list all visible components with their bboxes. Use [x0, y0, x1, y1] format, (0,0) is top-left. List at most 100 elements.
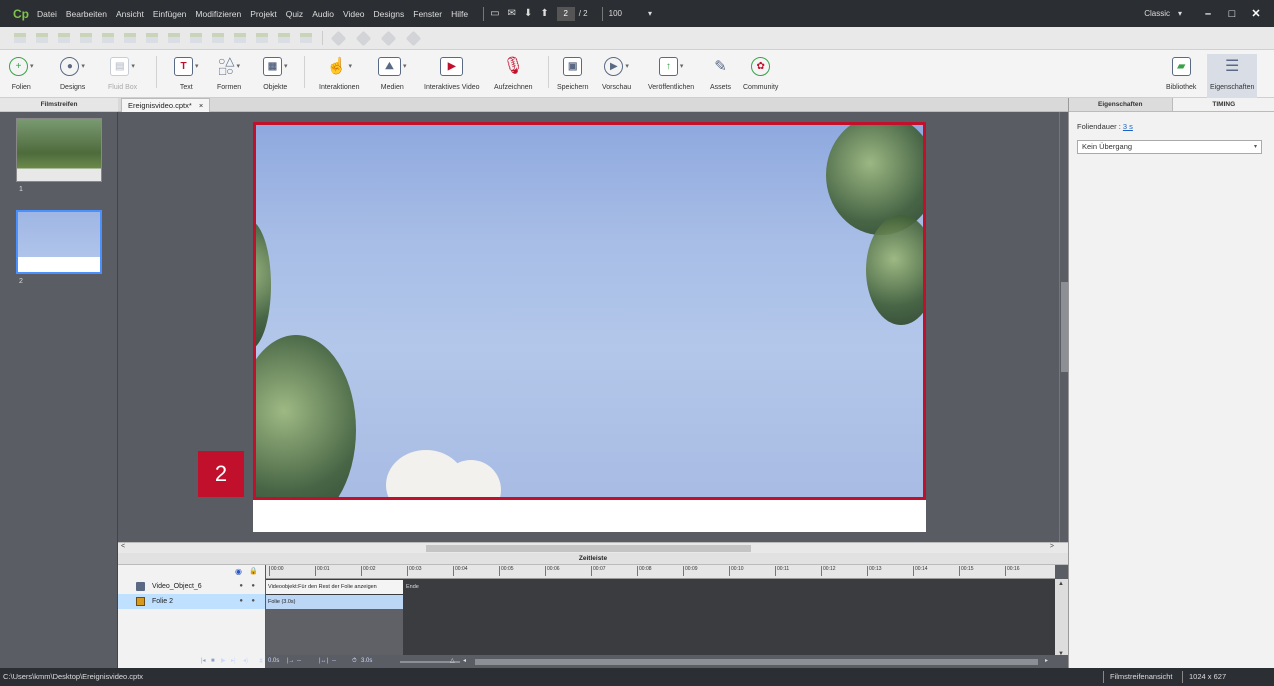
lock-icon[interactable]: ● [251, 579, 255, 594]
align-right-icon[interactable] [58, 33, 70, 43]
eigenschaften-button[interactable]: ☰ Eigenschaften [1207, 54, 1258, 98]
menu-datei[interactable]: Datei [37, 9, 57, 19]
vorschau-button[interactable]: ▶ ▾ Vorschau [602, 54, 631, 91]
assets-button[interactable]: ✎ Assets [710, 54, 731, 91]
stage-horizontal-scrollbar[interactable]: < > [118, 542, 1068, 553]
same-width-icon[interactable] [190, 33, 202, 43]
visibility-header-icon[interactable]: ◉ [235, 567, 242, 576]
arrow-up-icon[interactable]: ⬆ [540, 8, 548, 19]
timeline-ruler[interactable]: 00:00 00:01 00:02 00:03 00:04 00:05 00:0… [265, 565, 1055, 579]
timeline-hscroll[interactable] [475, 659, 1038, 665]
formen-button[interactable]: ○△ □○ ▾ Formen [217, 54, 241, 91]
timeline-scroll-right-icon[interactable]: ▸ [1045, 655, 1048, 668]
slide-thumbnail-2[interactable] [16, 210, 102, 274]
mail-icon[interactable]: ✉ [508, 8, 516, 19]
layer-video-object[interactable]: Video_Object_6 ● ● [118, 579, 265, 594]
community-button[interactable]: ✿ Community [743, 54, 778, 91]
aufzeichnen-button[interactable]: 🎙 Aufzeichnen [494, 54, 533, 91]
visibility-icon[interactable]: ● [239, 594, 243, 609]
slide-thumbnail-1[interactable] [16, 118, 102, 182]
playhead[interactable] [265, 565, 266, 668]
scroll-right-icon[interactable]: > [1050, 543, 1054, 550]
bring-forward-icon[interactable] [330, 30, 347, 46]
menu-modifizieren[interactable]: Modifizieren [195, 9, 241, 19]
vertical-scroll-thumb[interactable] [1061, 282, 1068, 372]
align-middle-icon[interactable] [102, 33, 114, 43]
workspace-dropdown-icon[interactable]: ▾ [1178, 9, 1182, 18]
center-h-icon[interactable] [256, 33, 268, 43]
text-button[interactable]: T ▾ Text [174, 54, 199, 91]
lock-header-icon[interactable]: 🔒 [249, 567, 258, 575]
duration-value[interactable]: 3 s [1123, 122, 1133, 131]
tab-timing[interactable]: TIMING [1173, 98, 1274, 111]
fluidbox-button[interactable]: ▤ ▾ Fluid Box [108, 54, 137, 91]
stage-vertical-scrollbar[interactable] [1059, 112, 1068, 542]
end-marker-icon[interactable]: |↔| [319, 655, 328, 668]
align-left-icon[interactable] [14, 33, 26, 43]
align-bottom-icon[interactable] [124, 33, 136, 43]
speichern-button[interactable]: ▣ Speichern [557, 54, 589, 91]
bring-front-icon[interactable] [380, 30, 397, 46]
audio-icon[interactable]: ◂) [243, 655, 248, 668]
align-misc-icon[interactable] [300, 33, 312, 43]
same-size-icon[interactable] [234, 33, 246, 43]
zoom-dropdown-icon[interactable]: ▾ [648, 9, 652, 18]
forward-icon[interactable]: ▸| [231, 655, 236, 668]
menu-quiz[interactable]: Quiz [286, 9, 303, 19]
designs-button[interactable]: ● ▾ Designs [60, 54, 85, 91]
menu-fenster[interactable]: Fenster [413, 9, 442, 19]
scroll-left-icon[interactable]: < [121, 543, 125, 550]
menu-bearbeiten[interactable]: Bearbeiten [66, 9, 107, 19]
veroeffentlichen-button[interactable]: ↑ ▾ Veröffentlichen [648, 54, 694, 91]
minimize-icon[interactable]: – [1196, 8, 1220, 20]
transition-select[interactable]: Kein Übergang ▾ [1077, 140, 1262, 154]
align-top-icon[interactable] [80, 33, 92, 43]
scroll-up-icon[interactable]: ▲ [1058, 581, 1064, 587]
bibliothek-button[interactable]: ▰ Bibliothek [1166, 54, 1196, 91]
tab-eigenschaften[interactable]: Eigenschaften [1069, 98, 1173, 111]
menu-hilfe[interactable]: Hilfe [451, 9, 468, 19]
start-marker-icon[interactable]: |→ [287, 655, 295, 668]
close-icon[interactable]: ✕ [1244, 7, 1268, 20]
menu-projekt[interactable]: Projekt [250, 9, 276, 19]
workspace-mode[interactable]: Classic [1144, 9, 1170, 18]
rewind-icon[interactable]: |◂ [201, 655, 206, 668]
menu-designs[interactable]: Designs [374, 9, 405, 19]
objekte-button[interactable]: ▦ ▾ Objekte [263, 54, 288, 91]
horizontal-scroll-thumb[interactable] [426, 545, 751, 552]
center-v-icon[interactable] [278, 33, 290, 43]
menu-einfuegen[interactable]: Einfügen [153, 9, 187, 19]
lock-icon[interactable]: ● [251, 594, 255, 609]
distribute-h-icon[interactable] [146, 33, 158, 43]
menu-video[interactable]: Video [343, 9, 365, 19]
send-back-icon[interactable] [405, 30, 422, 46]
stop-icon[interactable]: ■ [211, 655, 215, 668]
monitor-icon[interactable]: ▭ [490, 8, 499, 19]
timeline-vertical-scrollbar[interactable]: ▲ ▼ [1055, 579, 1068, 659]
arrow-down-icon[interactable]: ⬇ [524, 8, 532, 19]
timeline-scroll-left-icon[interactable]: ◂ [463, 655, 466, 668]
document-tab[interactable]: Ereignisvideo.cptx* × [121, 98, 211, 112]
layer-folie[interactable]: Folie 2 ● ● [118, 594, 265, 609]
folien-button[interactable]: + ▾ Folien [9, 54, 34, 91]
zoom-value[interactable]: 100 [609, 9, 622, 18]
page-number-input[interactable]: 2 [556, 6, 575, 21]
maximize-icon[interactable]: □ [1220, 8, 1244, 20]
menu-ansicht[interactable]: Ansicht [116, 9, 144, 19]
menu-audio[interactable]: Audio [312, 9, 334, 19]
zoom-slider-handle-icon[interactable]: △ [450, 655, 455, 668]
video-object-bar[interactable]: Videoobjekt:Für den Rest der Folie anzei… [265, 580, 403, 594]
send-backward-icon[interactable] [355, 30, 372, 46]
page-total: / 2 [578, 9, 588, 18]
distribute-v-icon[interactable] [168, 33, 180, 43]
interaktives-video-button[interactable]: ▶ Interaktives Video [424, 54, 480, 91]
same-height-icon[interactable] [212, 33, 224, 43]
visibility-icon[interactable]: ● [239, 579, 243, 594]
video-object[interactable] [253, 122, 926, 500]
align-center-icon[interactable] [36, 33, 48, 43]
tab-close-icon[interactable]: × [199, 101, 203, 110]
interaktionen-button[interactable]: ☝ ▾ Interaktionen [319, 54, 359, 91]
play-timeline-icon[interactable]: ▶ [221, 655, 226, 668]
slide-duration-bar[interactable]: Folie (3.0s) [265, 595, 403, 609]
medien-button[interactable]: ⛰ ▾ Medien [378, 54, 407, 91]
